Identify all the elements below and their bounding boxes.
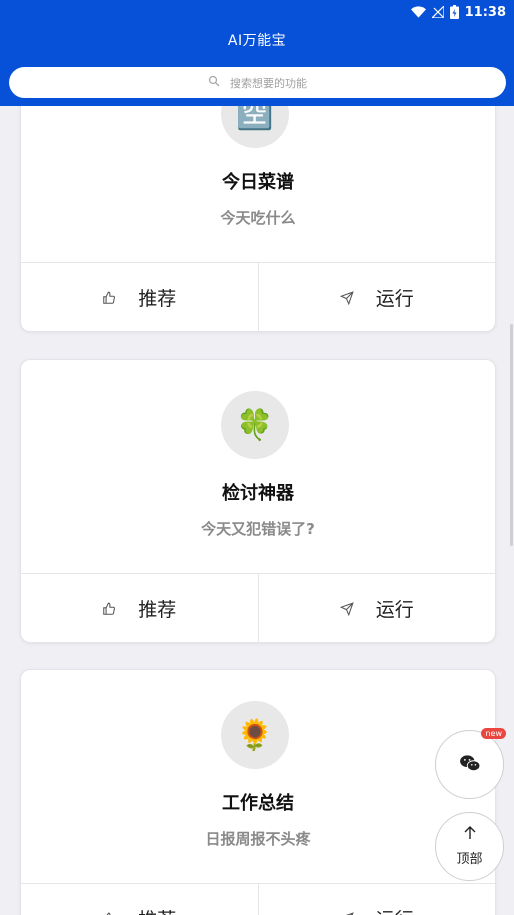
run-button[interactable]: 运行: [257, 263, 496, 331]
thumbs-up-icon: [102, 291, 116, 305]
wechat-share-button[interactable]: new: [435, 728, 506, 799]
battery-charging-icon: [449, 5, 459, 19]
run-button[interactable]: 运行: [257, 884, 496, 915]
clover-icon: 🍀: [221, 391, 289, 459]
run-label: 运行: [375, 599, 414, 621]
run-button[interactable]: 运行: [257, 574, 496, 642]
recommend-label: 推荐: [138, 599, 177, 621]
card-actions: 推荐 运行: [21, 573, 496, 642]
app-header: 11:38 AI万能宝 搜索想要的功能: [0, 0, 514, 106]
run-label: 运行: [375, 288, 414, 310]
search-input[interactable]: 搜索想要的功能: [9, 67, 506, 98]
wifi-icon: [410, 6, 426, 18]
recommend-button[interactable]: 推荐: [21, 263, 258, 331]
feature-subtitle: 今天又犯错误了?: [201, 520, 315, 538]
recommend-label: 推荐: [138, 288, 177, 310]
feature-card[interactable]: 🍀 检讨神器 今天又犯错误了? 推荐 运行: [20, 359, 496, 643]
feature-title: 工作总结: [222, 793, 294, 814]
recommend-button[interactable]: 推荐: [21, 884, 258, 915]
status-bar: 11:38: [410, 3, 506, 21]
search-placeholder: 搜索想要的功能: [230, 76, 307, 90]
feature-subtitle: 今天吃什么: [220, 209, 296, 227]
feature-title: 今日菜谱: [222, 172, 294, 193]
send-icon: [339, 601, 354, 616]
wechat-icon: [459, 754, 481, 776]
recommend-button[interactable]: 推荐: [21, 574, 258, 642]
card-actions: 推荐 运行: [21, 883, 495, 915]
recommend-label: 推荐: [138, 905, 176, 915]
scrollbar[interactable]: [510, 324, 513, 546]
card-actions: 推荐 运行: [21, 262, 496, 331]
back-to-top-label: 顶部: [456, 852, 483, 867]
run-label: 运行: [376, 905, 414, 915]
feature-card[interactable]: 🌻 工作总结 日报周报不头疼 推荐 运行: [20, 669, 496, 915]
thumbs-up-icon: [102, 602, 116, 616]
send-icon: [339, 290, 354, 305]
back-to-top-button[interactable]: 顶部: [435, 812, 504, 881]
feature-subtitle: 日报周报不头疼: [205, 830, 311, 848]
app-title: AI万能宝: [227, 33, 287, 49]
clock-text: 11:38: [464, 4, 506, 20]
new-badge: new: [481, 728, 506, 739]
search-icon: [208, 75, 220, 90]
no-signal-icon: [431, 6, 444, 18]
sunflower-icon: 🌻: [221, 701, 289, 769]
thumbs-up-icon: [102, 912, 116, 915]
feature-title: 检讨神器: [222, 483, 294, 504]
send-icon: [340, 911, 354, 915]
arrow-up-icon: [464, 826, 476, 844]
